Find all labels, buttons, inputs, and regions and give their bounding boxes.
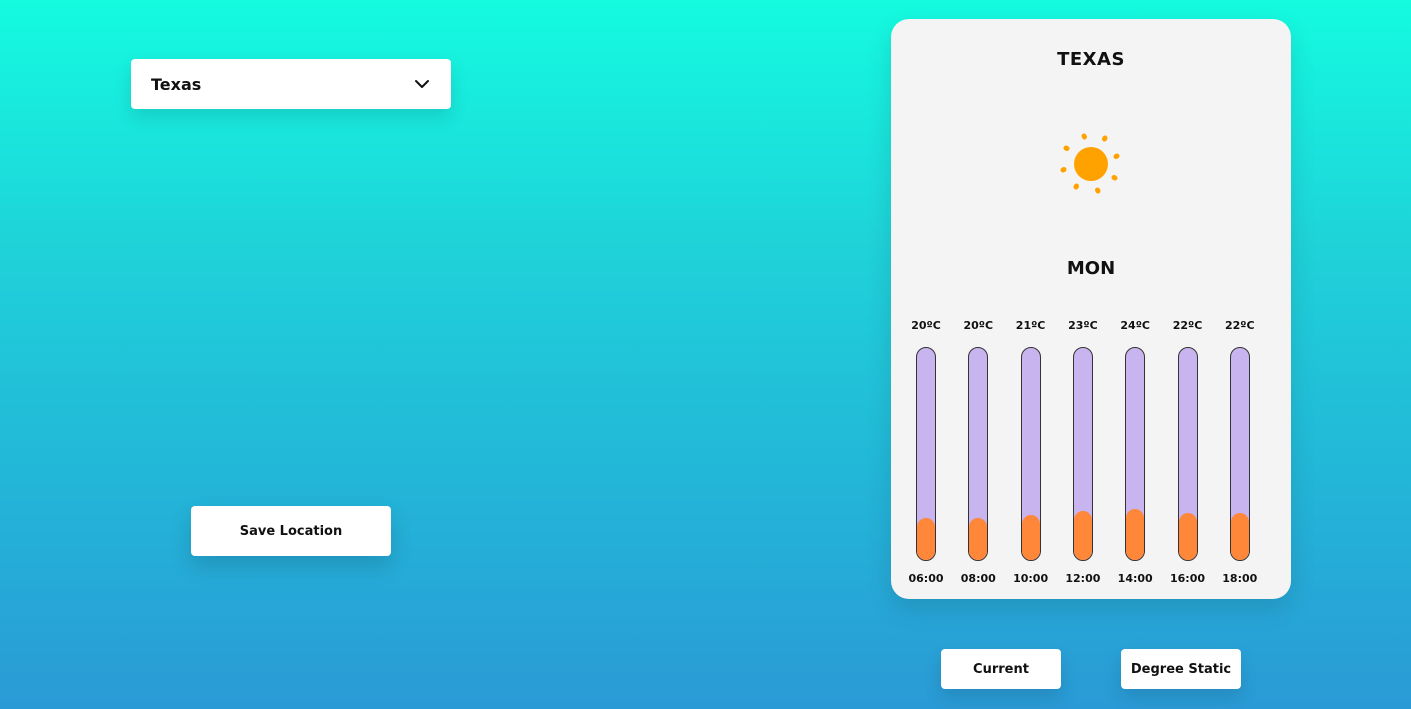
hour-column: 22ºC 16:00 [1162,319,1214,589]
hour-time: 14:00 [1117,572,1153,585]
hourly-temperature-bars: 20ºC 06:00 20ºC 08:00 21ºC 10:00 23ºC 12:00 24ºC… [908,319,1274,589]
hour-temperature: 20ºC [963,319,994,332]
city-title: TEXAS [1057,49,1125,70]
temperature-tube [968,347,989,561]
hour-column: 22ºC 18:00 [1214,319,1266,589]
hour-temperature: 23ºC [1068,319,1098,332]
location-select-value: Texas [151,74,202,94]
hour-temperature: 22ºC [1172,319,1203,332]
temperature-tube [1072,347,1093,561]
temperature-fill [1073,511,1092,560]
chevron-down-icon [415,80,429,88]
temperature-fill [1178,513,1197,560]
sun-icon [1060,133,1120,194]
weather-card: TEXAS MON 20ºC 06:00 20ºC 08:00 21ºC 10:00 23º… [891,19,1291,599]
hour-time: 10:00 [1013,572,1049,585]
hour-temperature: 21ºC [1015,319,1046,332]
hour-temperature: 22ºC [1225,319,1255,332]
hour-column: 20ºC 06:00 [900,319,952,589]
hour-temperature: 20ºC [911,319,941,332]
hour-column: 21ºC 10:00 [1005,319,1057,589]
temperature-fill [1021,515,1040,560]
temperature-fill [969,518,988,560]
temperature-fill [1126,509,1145,560]
hour-column: 20ºC 08:00 [952,319,1004,589]
hour-time: 18:00 [1222,572,1258,585]
temperature-tube [1177,347,1198,561]
temperature-tube [1020,347,1041,561]
temperature-fill [1230,513,1249,560]
temperature-tube [1229,347,1250,561]
hour-temperature: 24ºC [1120,319,1150,332]
temperature-fill [917,518,935,560]
temperature-tube [916,347,936,561]
hour-time: 12:00 [1065,572,1101,585]
hour-time: 08:00 [960,572,996,585]
location-select[interactable]: Texas [131,59,451,109]
hour-time: 06:00 [908,572,944,585]
temperature-tube [1125,347,1146,561]
save-location-button[interactable]: Save Location [191,506,391,556]
day-label: MON [1066,258,1116,279]
hour-time: 16:00 [1169,572,1205,585]
hour-column: 23ºC 12:00 [1057,319,1109,589]
hour-column: 24ºC 14:00 [1109,319,1161,589]
current-button[interactable]: Current [941,649,1061,689]
degree-static-button[interactable]: Degree Static [1121,649,1241,689]
